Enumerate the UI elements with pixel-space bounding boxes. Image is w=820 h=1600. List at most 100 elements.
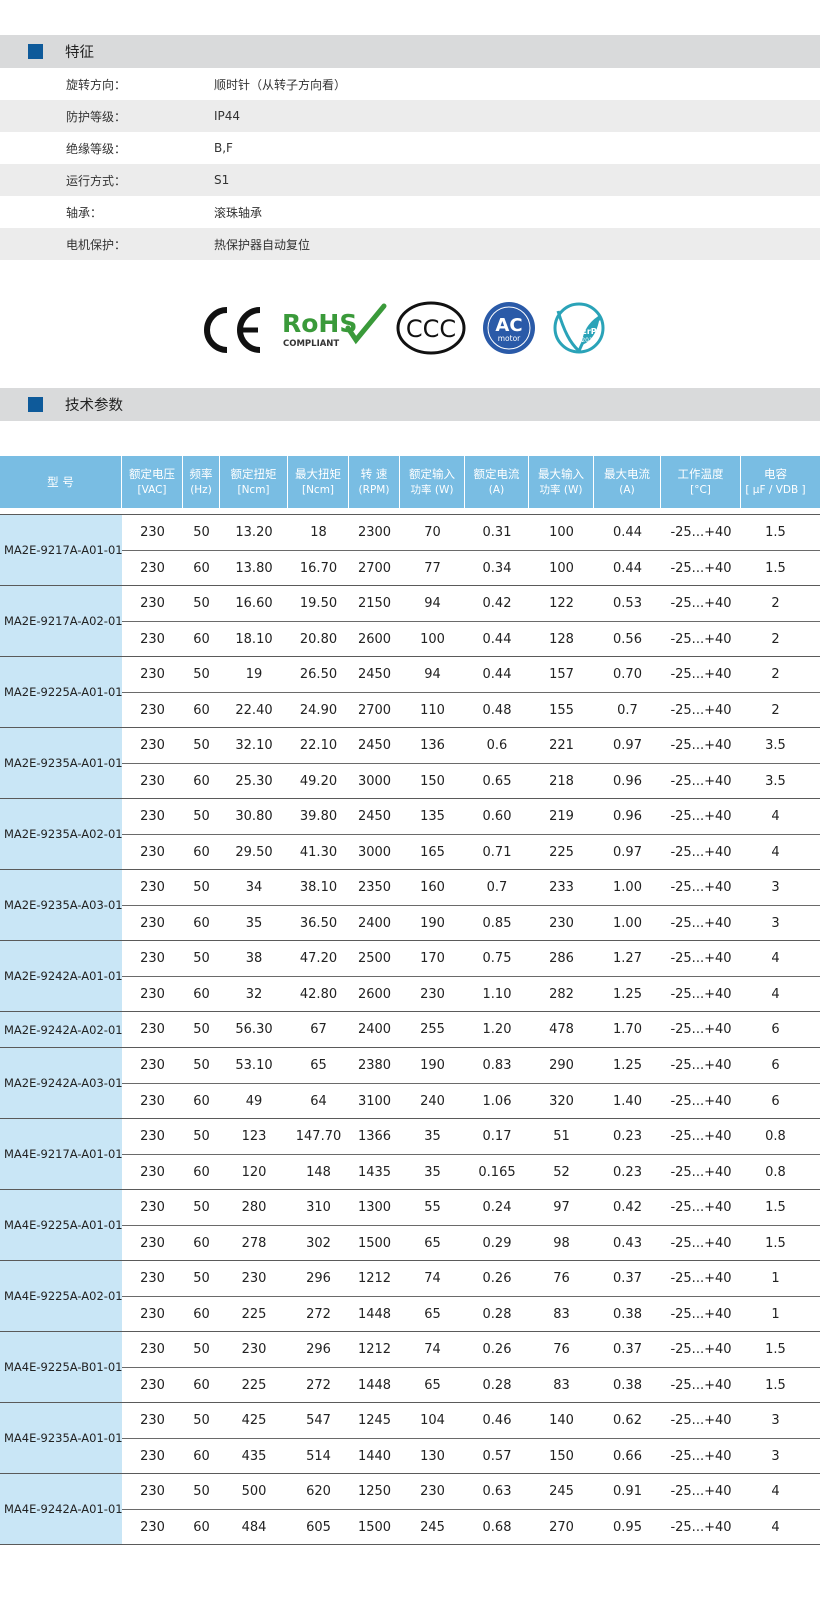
table-cell: 76 xyxy=(553,1342,570,1357)
table-cell: 67 xyxy=(310,1022,327,1037)
table-cell: 190 xyxy=(420,915,445,931)
model-group: MA2E-9225A-A01-01 230 50 19 26.50 2450 94 0.44 1… xyxy=(0,657,820,728)
model-name: MA4E-9225A-A01-01 xyxy=(0,1190,123,1260)
table-row: 230 50 32.10 22.10 2450 136 0.6 221 0.97 -25...+4… xyxy=(122,728,820,763)
table-cell: 2 xyxy=(771,631,780,647)
table-cell: 302 xyxy=(306,1235,331,1251)
model-group: MA2E-9217A-A01-01 230 50 13.20 18 2300 70 0.31 1… xyxy=(0,514,820,586)
ccc-mark-icon: CCC xyxy=(396,301,466,355)
table-cell: -25...+40 xyxy=(670,1200,732,1215)
table-cell: 230 xyxy=(140,951,165,966)
table-cell: 1.70 xyxy=(613,1022,642,1037)
table-row: 230 60 225 272 1448 65 0.28 83 0.38 -25...+40 1 xyxy=(122,1296,820,1331)
table-cell: 3000 xyxy=(357,773,392,789)
table-cell: 3100 xyxy=(357,1093,392,1109)
table-cell: 60 xyxy=(193,1377,210,1393)
table-cell: 25.30 xyxy=(235,773,273,789)
table-cell: 0.48 xyxy=(482,702,512,718)
table-cell: 0.8 xyxy=(765,1129,786,1144)
table-cell: 50 xyxy=(193,1342,210,1357)
table-cell: 50 xyxy=(193,951,210,966)
table-cell: 26.50 xyxy=(299,667,338,682)
table-row: 230 60 13.80 16.70 2700 77 0.34 100 0.44 -25...+4… xyxy=(122,550,820,585)
table-cell: 123 xyxy=(241,1129,267,1144)
model-group: MA4E-9242A-A01-01 230 50 500 620 1250 230 0.63 2… xyxy=(0,1474,820,1545)
feature-label: 绝缘等级： xyxy=(66,141,127,156)
column-header: 额定电压 [VAC] xyxy=(122,456,183,508)
table-cell: 22.10 xyxy=(299,738,338,753)
column-header-label: 电容 xyxy=(764,467,787,482)
table-row: 230 50 280 310 1300 55 0.24 97 0.42 -25...+40 1.5 xyxy=(122,1190,820,1225)
table-cell: 3 xyxy=(771,1413,780,1428)
erp-2015-icon: ErP 2015 xyxy=(553,302,605,354)
table-cell: 6 xyxy=(771,1058,780,1073)
table-cell: 0.29 xyxy=(482,1235,512,1251)
table-cell: 1435 xyxy=(357,1164,392,1180)
model-name: MA2E-9242A-A02-01 xyxy=(0,1012,123,1047)
table-row: 230 60 22.40 24.90 2700 110 0.48 155 0.7 -25...+4… xyxy=(122,692,820,727)
features-list: 旋转方向： 顺时针（从转子方向看） 防护等级： IP44 绝缘等级： B,F 运… xyxy=(0,68,820,260)
column-header-unit: [ µF / VDB ] xyxy=(745,483,806,496)
table-cell: 49 xyxy=(245,1093,263,1109)
column-header-label: 最大输入 xyxy=(538,467,584,482)
table-cell: 0.70 xyxy=(613,667,642,682)
table-cell: 272 xyxy=(306,1306,331,1322)
table-cell: 1.10 xyxy=(482,986,512,1002)
table-cell: -25...+40 xyxy=(670,1164,732,1180)
table-cell: 136 xyxy=(420,738,445,753)
table-cell: 230 xyxy=(241,1271,267,1286)
table-row: 230 50 123 147.70 1366 35 0.17 51 0.23 -25...+40 0… xyxy=(122,1119,820,1154)
table-cell: 0.165 xyxy=(478,1164,516,1180)
table-cell: 38.10 xyxy=(299,880,338,895)
column-header-label: 最大电流 xyxy=(604,467,650,482)
table-cell: 620 xyxy=(306,1484,331,1499)
table-cell: 280 xyxy=(241,1200,267,1215)
table-cell: 0.46 xyxy=(482,1413,512,1428)
table-cell: 0.42 xyxy=(482,596,512,611)
model-name: MA2E-9217A-A02-01 xyxy=(0,586,123,656)
table-cell: -25...+40 xyxy=(670,1271,732,1286)
table-cell: 230 xyxy=(140,1058,165,1073)
table-cell: 1.5 xyxy=(765,1200,786,1215)
table-cell: 320 xyxy=(549,1093,574,1109)
table-cell: 0.83 xyxy=(482,1058,512,1073)
table-cell: 30.80 xyxy=(235,809,273,824)
column-header: 最大输入 功率 (W) xyxy=(529,456,594,508)
table-cell: 0.96 xyxy=(613,809,642,824)
table-cell: -25...+40 xyxy=(670,951,732,966)
table-cell: 50 xyxy=(193,738,210,753)
table-cell: -25...+40 xyxy=(670,986,732,1002)
table-cell: 1250 xyxy=(357,1484,392,1499)
table-cell: 60 xyxy=(193,915,210,931)
feature-row: 轴承： 滚珠轴承 xyxy=(0,196,820,228)
table-cell: 29.50 xyxy=(235,844,273,860)
table-cell: 230 xyxy=(140,1519,165,1535)
table-cell: 230 xyxy=(140,738,165,753)
model-name: MA2E-9217A-A01-01 xyxy=(0,515,123,585)
feature-value: B,F xyxy=(214,141,233,155)
table-cell: 230 xyxy=(140,1093,165,1109)
column-header-unit: (RPM) xyxy=(358,483,390,496)
table-cell: 0.97 xyxy=(613,844,642,860)
table-cell: 120 xyxy=(241,1164,267,1180)
table-cell: 104 xyxy=(420,1413,445,1428)
column-header: 工作温度 [°C] xyxy=(661,456,741,508)
feature-value: 顺时针（从转子方向看） xyxy=(214,77,347,92)
table-cell: 20.80 xyxy=(299,631,338,647)
table-cell: 38 xyxy=(245,951,263,966)
table-cell: 60 xyxy=(193,1235,210,1251)
column-header-label: 频率 xyxy=(189,467,213,482)
model-group: MA4E-9225A-A02-01 230 50 230 296 1212 74 0.26 76… xyxy=(0,1261,820,1332)
table-cell: 0.60 xyxy=(482,809,512,824)
column-header-label: 型 号 xyxy=(47,474,74,489)
table-cell: 16.70 xyxy=(299,560,338,576)
table-cell: 122 xyxy=(549,596,574,611)
table-cell: 1500 xyxy=(357,1235,392,1251)
table-row: 230 60 435 514 1440 130 0.57 150 0.66 -25...+40 3 xyxy=(122,1438,820,1473)
column-header: 最大电流 (A) xyxy=(594,456,661,508)
table-cell: 6 xyxy=(771,1022,780,1037)
table-cell: 18 xyxy=(310,525,327,540)
table-cell: 98 xyxy=(553,1235,570,1251)
table-cell: 50 xyxy=(193,1058,210,1073)
table-cell: 0.7 xyxy=(486,880,508,895)
